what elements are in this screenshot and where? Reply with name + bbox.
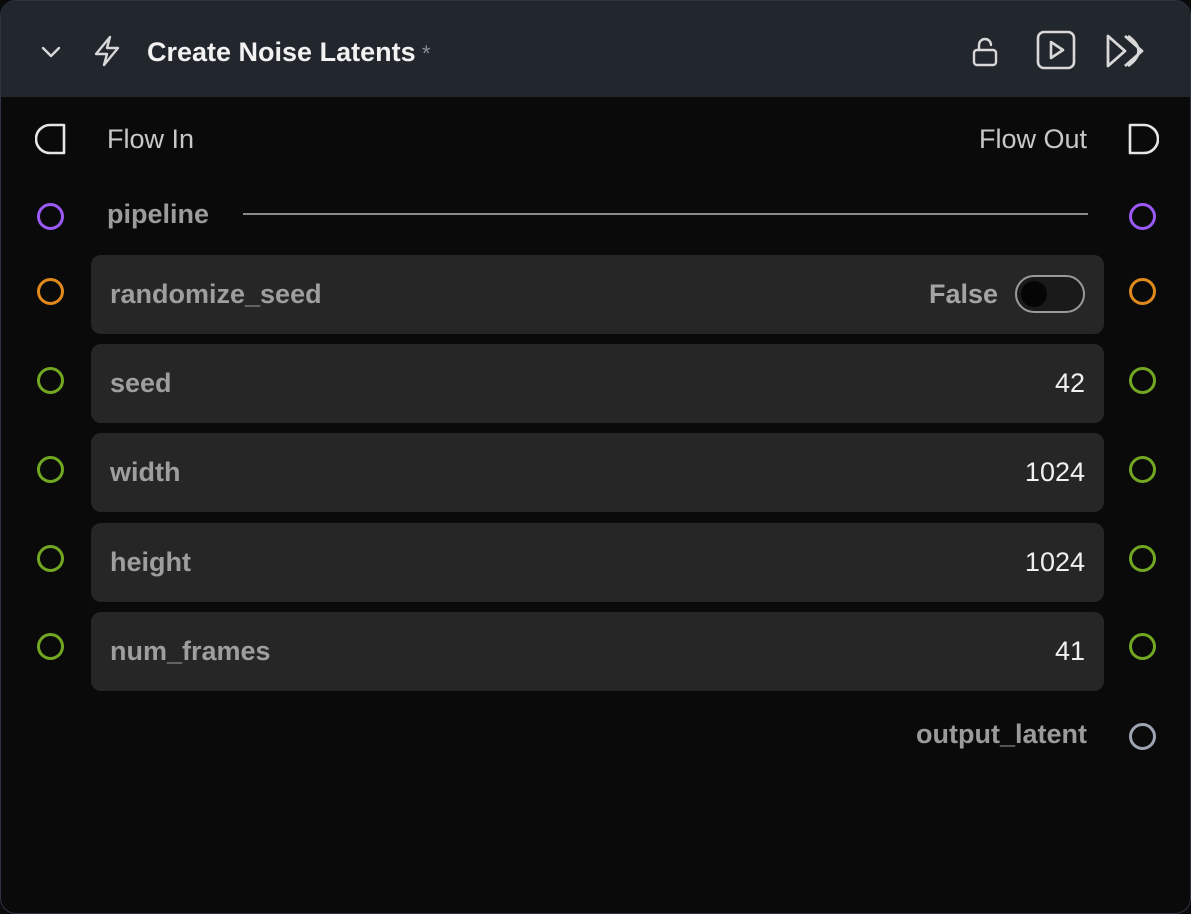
randomize-seed-input-port[interactable]	[37, 278, 64, 305]
unsaved-marker: *	[422, 41, 431, 66]
lightning-bolt-icon	[91, 34, 123, 68]
pipeline-input-port[interactable]	[37, 203, 64, 230]
pipeline-connector-line	[243, 213, 1088, 215]
randomize-seed-output-port[interactable]	[1129, 278, 1156, 305]
width-value[interactable]: 1024	[1025, 455, 1085, 489]
seed-field[interactable]: seed 42	[91, 344, 1104, 423]
randomize-seed-toggle[interactable]	[1015, 275, 1085, 313]
output-latent-port[interactable]	[1129, 723, 1156, 750]
width-output-port[interactable]	[1129, 456, 1156, 483]
width-label: width	[110, 457, 181, 487]
toggle-knob	[1021, 281, 1047, 307]
seed-output-port[interactable]	[1129, 367, 1156, 394]
output-latent-label: output_latent	[916, 719, 1087, 749]
num-frames-output-port[interactable]	[1129, 633, 1156, 660]
create-noise-latents-node[interactable]: Create Noise Latents * Flow In Flow Out …	[0, 0, 1191, 914]
flow-in-label: Flow In	[107, 124, 195, 154]
pipeline-output-port[interactable]	[1129, 203, 1156, 230]
play-icon[interactable]	[1034, 28, 1078, 72]
height-output-port[interactable]	[1129, 545, 1156, 572]
height-label: height	[110, 547, 191, 577]
width-field[interactable]: width 1024	[91, 433, 1104, 512]
seed-label: seed	[110, 368, 172, 398]
height-field[interactable]: height 1024	[91, 523, 1104, 602]
randomize-seed-value: False	[928, 279, 998, 309]
pipeline-label: pipeline	[107, 199, 210, 229]
fast-forward-icon[interactable]	[1102, 30, 1152, 72]
height-input-port[interactable]	[37, 545, 64, 572]
num-frames-label: num_frames	[110, 636, 271, 666]
flow-out-label: Flow Out	[978, 124, 1087, 154]
num-frames-value[interactable]: 41	[1055, 634, 1085, 668]
flow-in-port[interactable]	[34, 123, 67, 160]
seed-input-port[interactable]	[37, 367, 64, 394]
num-frames-field[interactable]: num_frames 41	[91, 612, 1104, 691]
node-title: Create Noise Latents	[147, 37, 416, 67]
randomize-seed-label: randomize_seed	[110, 279, 322, 309]
num-frames-input-port[interactable]	[37, 633, 64, 660]
node-header[interactable]: Create Noise Latents *	[1, 1, 1190, 97]
height-value[interactable]: 1024	[1025, 545, 1085, 579]
unlock-icon[interactable]	[967, 34, 1003, 70]
randomize-seed-field[interactable]: randomize_seed False	[91, 255, 1104, 334]
flow-out-port[interactable]	[1127, 123, 1160, 160]
width-input-port[interactable]	[37, 456, 64, 483]
seed-value[interactable]: 42	[1055, 366, 1085, 400]
chevron-down-icon[interactable]	[37, 38, 65, 66]
